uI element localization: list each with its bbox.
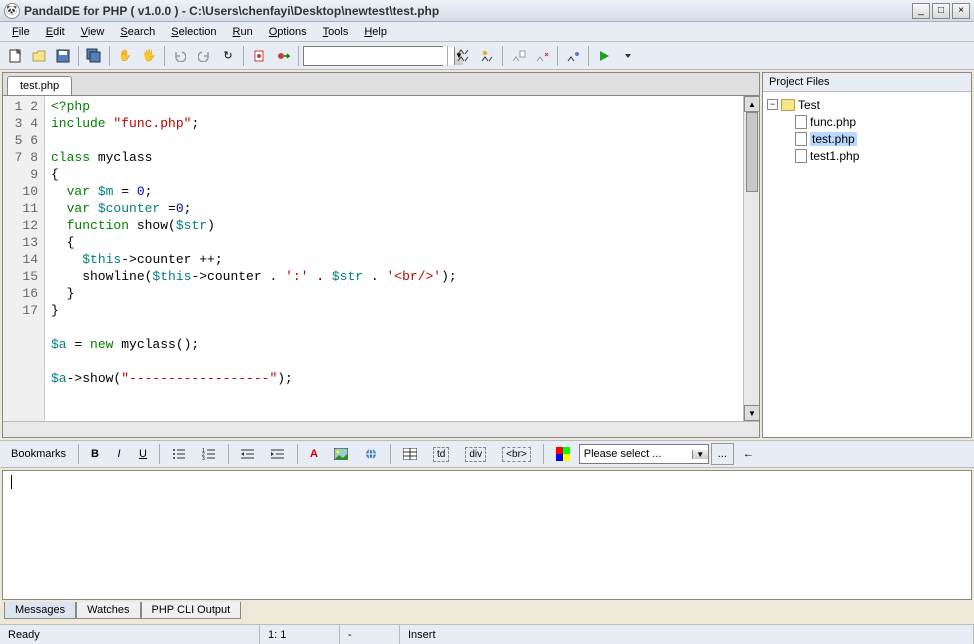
bookmarks-button[interactable]: Bookmarks bbox=[4, 443, 73, 465]
save-all-button[interactable] bbox=[83, 45, 105, 67]
more-button[interactable]: ... bbox=[711, 443, 734, 465]
bottom-tab-watches[interactable]: Watches bbox=[76, 602, 140, 619]
main-toolbar: ✋ 🖐 ↻ ▼ bbox=[0, 42, 974, 70]
folder-icon bbox=[781, 99, 795, 111]
file-icon bbox=[795, 149, 807, 163]
reload-button[interactable]: ↻ bbox=[217, 45, 239, 67]
italic-button[interactable]: I bbox=[108, 443, 130, 465]
font-color-button[interactable]: A bbox=[303, 443, 325, 465]
br-tag-button[interactable]: <br> bbox=[495, 443, 538, 465]
bottom-tab-php-cli-output[interactable]: PHP CLI Output bbox=[141, 602, 242, 619]
find-button[interactable] bbox=[452, 45, 474, 67]
project-tree: − Test func.php test.php test1.php bbox=[763, 92, 971, 437]
find-replace-button[interactable] bbox=[562, 45, 584, 67]
tree-file[interactable]: test1.php bbox=[767, 147, 967, 164]
bookmark-button[interactable] bbox=[248, 45, 270, 67]
horizontal-scrollbar[interactable] bbox=[3, 421, 759, 437]
snippet-select[interactable]: Please select ... ▼ bbox=[579, 444, 709, 464]
scroll-down-button[interactable]: ▼ bbox=[744, 405, 759, 421]
project-files-panel: Project Files − Test func.php test.php test1… bbox=[762, 72, 972, 438]
bold-button[interactable]: B bbox=[84, 443, 106, 465]
tree-root[interactable]: − Test bbox=[767, 96, 967, 113]
tree-file-label: test.php bbox=[810, 132, 857, 146]
run-menu-button[interactable] bbox=[617, 45, 639, 67]
menu-run[interactable]: Run bbox=[225, 24, 261, 40]
bottom-tabs: MessagesWatchesPHP CLI Output bbox=[0, 602, 974, 624]
editor-tabs: test.php bbox=[3, 73, 759, 95]
number-list-button[interactable]: 123 bbox=[195, 443, 223, 465]
table-button[interactable] bbox=[396, 443, 424, 465]
search-combo[interactable]: ▼ bbox=[303, 46, 443, 66]
indent-button[interactable] bbox=[264, 443, 292, 465]
main-area: test.php 1 2 3 4 5 6 7 8 9 10 11 12 13 1… bbox=[0, 70, 974, 440]
redo-button[interactable] bbox=[193, 45, 215, 67]
status-dash: - bbox=[340, 625, 400, 644]
file-icon bbox=[795, 132, 807, 146]
scroll-up-button[interactable]: ▲ bbox=[744, 96, 759, 112]
svg-text:3: 3 bbox=[202, 456, 205, 460]
window-title: PandaIDE for PHP ( v1.0.0 ) - C:\Users\c… bbox=[24, 4, 912, 18]
menu-file[interactable]: File bbox=[4, 24, 38, 40]
secondary-toolbar: Bookmarks B I U 123 A td div <br> Please… bbox=[0, 440, 974, 468]
div-tag-button[interactable]: div bbox=[458, 443, 493, 465]
editor-tab-test-php[interactable]: test.php bbox=[7, 76, 72, 95]
project-files-header: Project Files bbox=[763, 73, 971, 92]
output-cursor bbox=[11, 475, 12, 489]
open-file-button[interactable] bbox=[28, 45, 50, 67]
tree-file[interactable]: test.php bbox=[767, 130, 967, 147]
outdent-button[interactable] bbox=[234, 443, 262, 465]
hand-tool-alt-button[interactable]: 🖐 bbox=[138, 45, 160, 67]
tree-file-label: test1.php bbox=[810, 149, 859, 163]
td-tag-button[interactable]: td bbox=[426, 443, 456, 465]
status-bar: Ready 1: 1 - Insert bbox=[0, 624, 974, 644]
color-picker-button[interactable] bbox=[549, 443, 577, 465]
run-button[interactable] bbox=[593, 45, 615, 67]
minimize-button[interactable]: _ bbox=[912, 3, 930, 19]
undo-button[interactable] bbox=[169, 45, 191, 67]
menu-tools[interactable]: Tools bbox=[315, 24, 357, 40]
link-button[interactable] bbox=[357, 443, 385, 465]
bullet-list-button[interactable] bbox=[165, 443, 193, 465]
menu-options[interactable]: Options bbox=[261, 24, 315, 40]
title-bar: 🐼 PandaIDE for PHP ( v1.0.0 ) - C:\Users… bbox=[0, 0, 974, 22]
code-area[interactable]: <?phpinclude "func.php"; class myclass{ … bbox=[45, 96, 743, 421]
vertical-scrollbar[interactable]: ▲ ▼ bbox=[743, 96, 759, 421]
back-nav-button[interactable]: ← bbox=[736, 443, 761, 465]
new-file-button[interactable] bbox=[4, 45, 26, 67]
image-button[interactable] bbox=[327, 443, 355, 465]
bottom-tab-messages[interactable]: Messages bbox=[4, 602, 76, 619]
status-position: 1: 1 bbox=[260, 625, 340, 644]
menu-search[interactable]: Search bbox=[112, 24, 163, 40]
menu-edit[interactable]: Edit bbox=[38, 24, 73, 40]
menu-selection[interactable]: Selection bbox=[163, 24, 224, 40]
menu-view[interactable]: View bbox=[73, 24, 113, 40]
editor-body: 1 2 3 4 5 6 7 8 9 10 11 12 13 14 15 16 1… bbox=[3, 95, 759, 421]
file-icon bbox=[795, 115, 807, 129]
close-button[interactable]: × bbox=[952, 3, 970, 19]
snippet-dropdown-button[interactable]: ▼ bbox=[692, 450, 708, 459]
app-icon: 🐼 bbox=[4, 3, 20, 19]
output-area[interactable] bbox=[2, 470, 972, 600]
hand-tool-button[interactable]: ✋ bbox=[114, 45, 136, 67]
menu-bar: FileEditViewSearchSelectionRunOptionsToo… bbox=[0, 22, 974, 42]
find-in-files-button[interactable] bbox=[507, 45, 529, 67]
editor-pane: test.php 1 2 3 4 5 6 7 8 9 10 11 12 13 1… bbox=[2, 72, 760, 438]
replace-button[interactable] bbox=[531, 45, 553, 67]
bookmark-go-button[interactable] bbox=[272, 45, 294, 67]
tree-file-label: func.php bbox=[810, 115, 856, 129]
status-ready: Ready bbox=[0, 625, 260, 644]
save-button[interactable] bbox=[52, 45, 74, 67]
find-next-button[interactable] bbox=[476, 45, 498, 67]
tree-file[interactable]: func.php bbox=[767, 113, 967, 130]
menu-help[interactable]: Help bbox=[356, 24, 395, 40]
line-gutter: 1 2 3 4 5 6 7 8 9 10 11 12 13 14 15 16 1… bbox=[3, 96, 45, 421]
maximize-button[interactable]: □ bbox=[932, 3, 950, 19]
search-input[interactable] bbox=[304, 47, 454, 65]
snippet-select-text: Please select ... bbox=[580, 448, 692, 460]
scroll-thumb[interactable] bbox=[746, 112, 758, 192]
collapse-icon[interactable]: − bbox=[767, 99, 778, 110]
tree-root-label: Test bbox=[798, 98, 820, 112]
status-mode: Insert bbox=[400, 625, 974, 644]
underline-button[interactable]: U bbox=[132, 443, 154, 465]
